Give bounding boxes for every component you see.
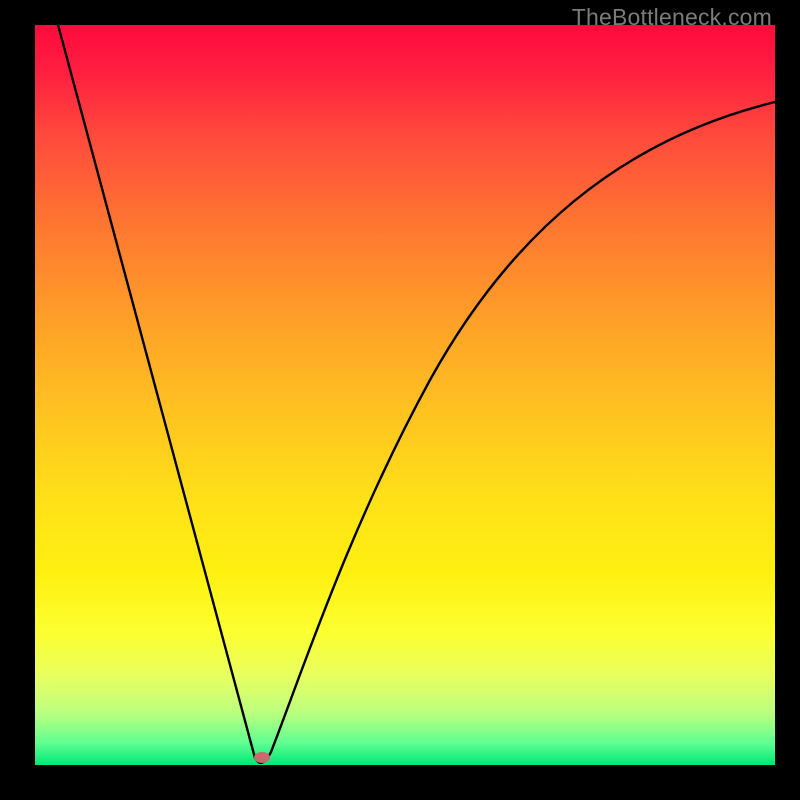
bottleneck-curve [0, 0, 800, 800]
optimal-point-marker [254, 752, 270, 763]
curve-path [57, 21, 775, 763]
